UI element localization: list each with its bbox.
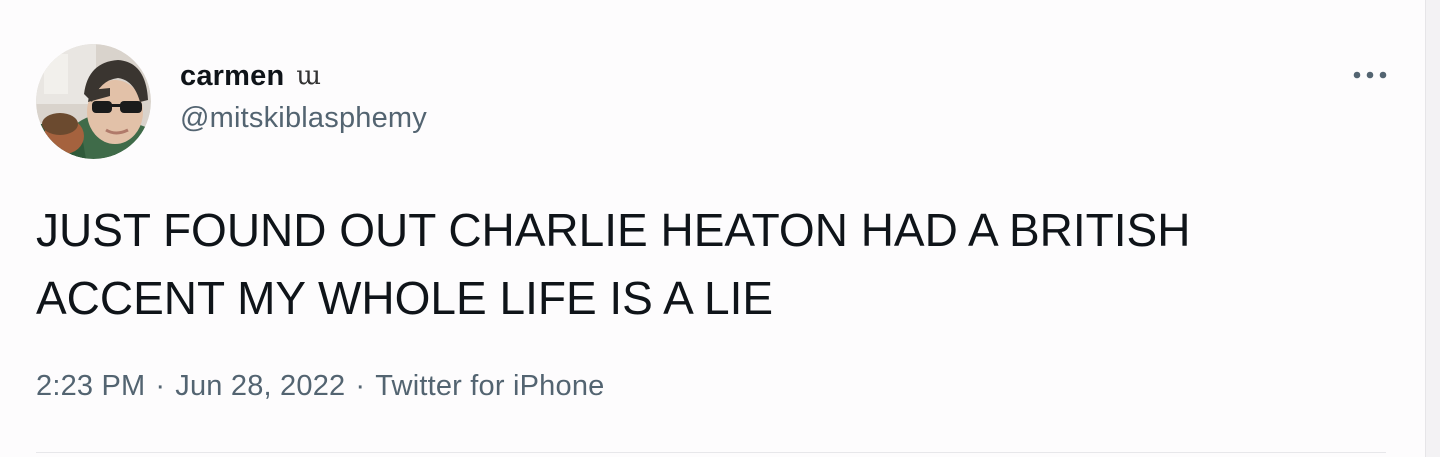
- avatar[interactable]: [36, 44, 151, 159]
- user-handle[interactable]: @mitskiblasphemy: [180, 102, 427, 135]
- divider: [36, 452, 1386, 453]
- more-horizontal-icon: [1353, 71, 1387, 79]
- meta-separator: ·: [355, 370, 366, 402]
- display-name[interactable]: carmen: [180, 60, 284, 93]
- tweet-time[interactable]: 2:23 PM: [36, 370, 145, 403]
- tweet-meta: 2:23 PM · Jun 28, 2022 · Twitter for iPh…: [36, 370, 605, 403]
- meta-separator: ·: [155, 370, 166, 402]
- avatar-image: [36, 44, 151, 159]
- tweet-header: carmen ɯ @mitskiblasphemy: [180, 56, 427, 135]
- tweet-text: JUST FOUND OUT CHARLIE HEATON HAD A BRIT…: [36, 204, 1191, 324]
- panel-edge: [1425, 0, 1440, 457]
- more-options-button[interactable]: [1348, 60, 1392, 90]
- name-row: carmen ɯ: [180, 56, 427, 96]
- tweet-source[interactable]: Twitter for iPhone: [375, 370, 604, 403]
- tweet-date[interactable]: Jun 28, 2022: [175, 370, 345, 403]
- tweet-card: carmen ɯ @mitskiblasphemy JUST FOUND OUT…: [0, 0, 1440, 457]
- name-emoji: ɯ: [296, 61, 322, 91]
